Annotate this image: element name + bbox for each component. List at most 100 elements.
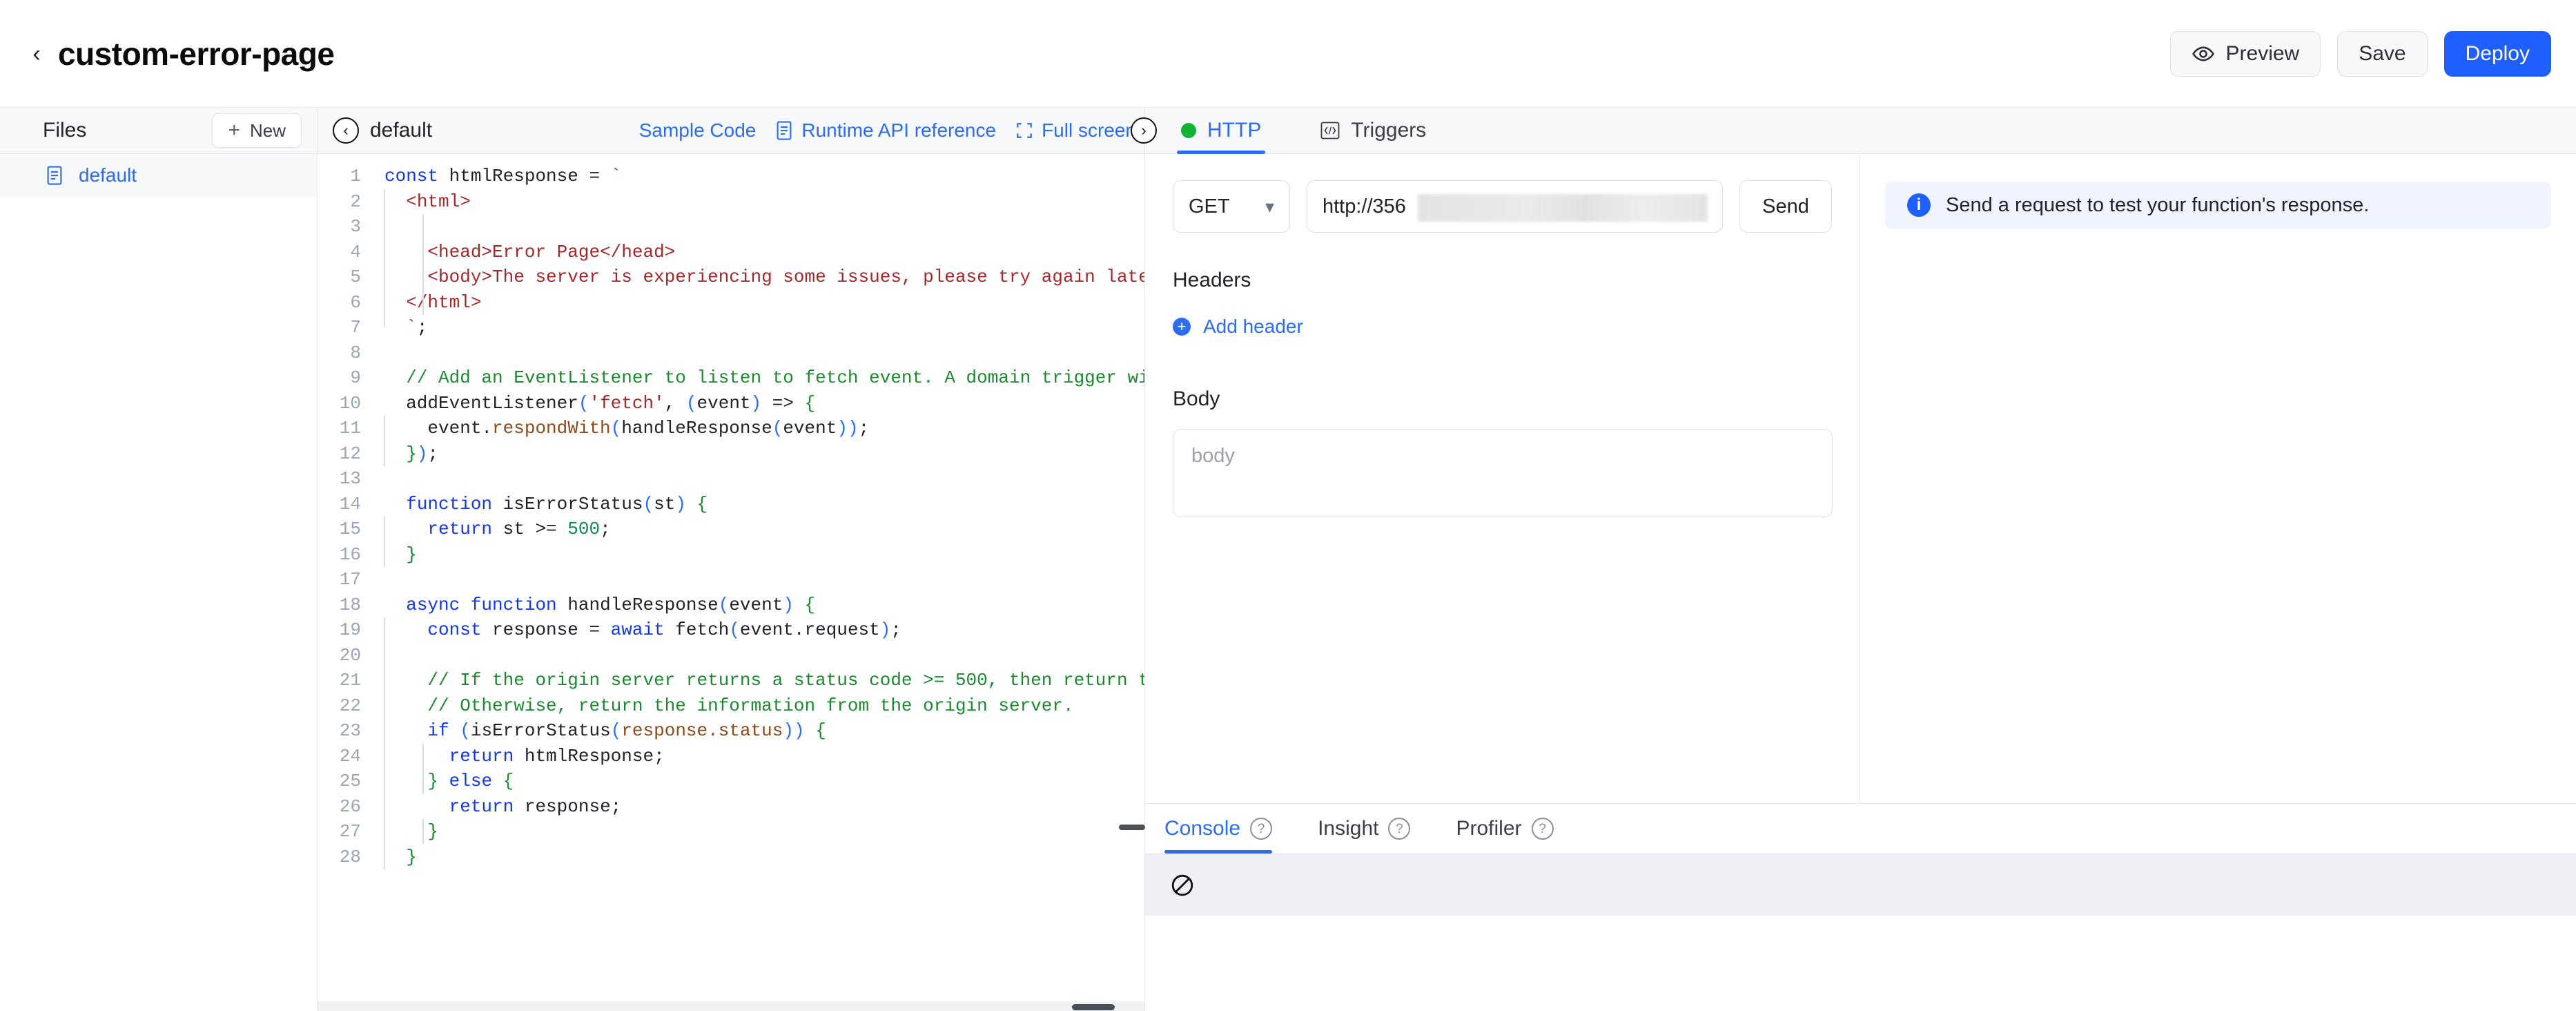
question-circle-icon[interactable]: ? <box>1531 818 1554 840</box>
resize-handle[interactable] <box>1119 825 1145 830</box>
tab-profiler[interactable]: Profiler ? <box>1456 804 1554 854</box>
sample-code-link[interactable]: Sample Code <box>639 119 757 142</box>
code-line-number: 24 <box>339 745 361 767</box>
plus-icon: + <box>228 119 240 142</box>
code-line-text: const response = await fetch(event.reque… <box>427 619 901 641</box>
request-body-input[interactable]: body <box>1173 429 1833 517</box>
code-line: 24 return htmlResponse; <box>318 744 1144 769</box>
code-line-text: } <box>406 543 417 565</box>
editor-scrollbar-thumb[interactable] <box>1072 1004 1115 1010</box>
chevron-down-icon: ▾ <box>1265 196 1274 217</box>
request-url-row: GET ▾ http://356 Send <box>1173 180 1832 233</box>
editor-toolbar-links: Sample Code Runtime API reference Full s… <box>639 119 1144 142</box>
preview-button-label: Preview <box>2225 41 2300 65</box>
code-line: 2 <html> <box>318 189 1144 215</box>
clear-console-icon[interactable] <box>1170 873 1195 898</box>
tab-console[interactable]: Console ? <box>1164 804 1273 854</box>
code-line-text: } <box>406 846 417 867</box>
preview-button[interactable]: Preview <box>2169 30 2321 77</box>
code-line: 5 <body>The server is experiencing some … <box>318 264 1144 290</box>
header-actions: Preview Save Deploy <box>2169 30 2551 77</box>
save-button-label: Save <box>2359 41 2406 65</box>
tab-triggers[interactable]: Triggers <box>1316 107 1430 154</box>
circle-chevron-left-icon[interactable]: ‹ <box>333 117 359 144</box>
code-line: 28 } <box>318 845 1144 870</box>
redacted-url-overlay <box>1418 194 1708 222</box>
code-line-number: 26 <box>339 796 361 817</box>
new-file-button[interactable]: + New <box>212 113 302 148</box>
code-line-number: 5 <box>350 267 361 288</box>
tab-insight-label: Insight <box>1318 817 1379 840</box>
full-screen-link[interactable]: Full screen <box>1015 119 1136 142</box>
code-line: 20 <box>318 643 1144 668</box>
chevron-left-icon[interactable]: ‹ <box>28 42 46 66</box>
tab-console-label: Console <box>1164 817 1241 840</box>
full-screen-link-label: Full screen <box>1042 119 1136 141</box>
request-url-input[interactable]: http://356 <box>1307 180 1723 233</box>
deploy-button-label: Deploy <box>2465 41 2530 65</box>
main-toolbar: Files + New ‹ default Sample Code Runtim… <box>0 107 2576 154</box>
code-line: 18 async function handleResponse(event) … <box>318 593 1144 618</box>
code-line: 22 // Otherwise, return the information … <box>318 693 1144 719</box>
response-info-banner: i Send a request to test your function's… <box>1885 182 2551 229</box>
indent-guide <box>384 189 385 327</box>
code-line: 1 const htmlResponse = ` <box>318 164 1144 189</box>
code-line: 26 return response; <box>318 794 1144 820</box>
top-header: ‹ custom-error-page Preview Save Deploy <box>0 0 2576 107</box>
code-line-text: }); <box>406 443 439 464</box>
code-line-text: if (isErrorStatus(response.status)) { <box>427 720 826 742</box>
console-output <box>1145 916 2576 1011</box>
editor-toolbar-section: ‹ default Sample Code Runtime API refere… <box>318 107 1157 154</box>
code-line: 11 event.respondWith(handleResponse(even… <box>318 416 1144 441</box>
code-line-text: addEventListener('fetch', (event) => { <box>384 392 816 414</box>
code-line-number: 23 <box>339 720 361 742</box>
info-icon: i <box>1907 193 1931 217</box>
question-circle-icon[interactable]: ? <box>1250 818 1273 840</box>
code-line-text: // If the origin server returns a status… <box>427 670 1145 691</box>
save-button[interactable]: Save <box>2337 30 2428 77</box>
code-line-number: 20 <box>339 644 361 666</box>
eye-icon <box>2192 46 2214 61</box>
files-toolbar-section: Files + New <box>0 107 318 154</box>
indent-guide <box>384 416 385 466</box>
console-panel: Console ? Insight ? Profiler ? <box>1119 803 2576 1011</box>
code-line-number: 17 <box>339 569 361 590</box>
code-line-number: 10 <box>339 392 361 414</box>
code-line-number: 8 <box>350 342 361 363</box>
code-editor-viewport[interactable]: 1 const htmlResponse = ` 2 <html> 3 4 <head>… <box>318 154 1145 976</box>
send-request-button[interactable]: Send <box>1739 180 1832 233</box>
circle-chevron-right-icon[interactable]: › <box>1131 117 1157 144</box>
question-circle-icon[interactable]: ? <box>1388 818 1411 840</box>
http-method-select[interactable]: GET ▾ <box>1173 180 1290 233</box>
response-info-text: Send a request to test your function's r… <box>1946 193 2370 216</box>
editor-horizontal-scrollbar[interactable] <box>318 1001 1144 1011</box>
file-list-item-default[interactable]: default <box>0 154 317 197</box>
indent-guide <box>422 819 424 844</box>
code-line-number: 9 <box>350 367 361 389</box>
runtime-api-reference-link[interactable]: Runtime API reference <box>775 119 996 142</box>
code-line-text: </html> <box>406 291 482 313</box>
code-editor[interactable]: 1 const htmlResponse = ` 2 <html> 3 4 <head>… <box>318 154 1145 1011</box>
code-line: 14 function isErrorStatus(st) { <box>318 492 1144 517</box>
expand-icon <box>1017 123 1032 138</box>
code-line-number: 13 <box>339 468 361 490</box>
code-lines: 1 const htmlResponse = ` 2 <html> 3 4 <head>… <box>318 164 1145 870</box>
deploy-button[interactable]: Deploy <box>2443 30 2551 77</box>
code-line: 6 </html> <box>318 290 1144 316</box>
tab-insight[interactable]: Insight ? <box>1318 804 1411 854</box>
code-line-text: function isErrorStatus(st) { <box>406 493 708 514</box>
code-line-number: 2 <box>350 191 361 212</box>
console-tabs: Console ? Insight ? Profiler ? <box>1145 804 2576 854</box>
runtime-api-reference-label: Runtime API reference <box>801 119 997 141</box>
app-root: ‹ custom-error-page Preview Save Deploy … <box>0 0 2576 1011</box>
tab-triggers-label: Triggers <box>1351 119 1427 142</box>
indent-guide <box>384 517 385 567</box>
tab-http-label: HTTP <box>1207 119 1262 142</box>
code-line: 12 }); <box>318 441 1144 467</box>
code-line: 23 if (isErrorStatus(response.status)) { <box>318 718 1144 744</box>
add-header-button[interactable]: + Add header <box>1173 316 1832 338</box>
code-line-number: 19 <box>339 619 361 641</box>
tab-http[interactable]: HTTP <box>1177 107 1266 154</box>
code-line-number: 18 <box>339 594 361 615</box>
code-line: 8 <box>318 340 1144 366</box>
